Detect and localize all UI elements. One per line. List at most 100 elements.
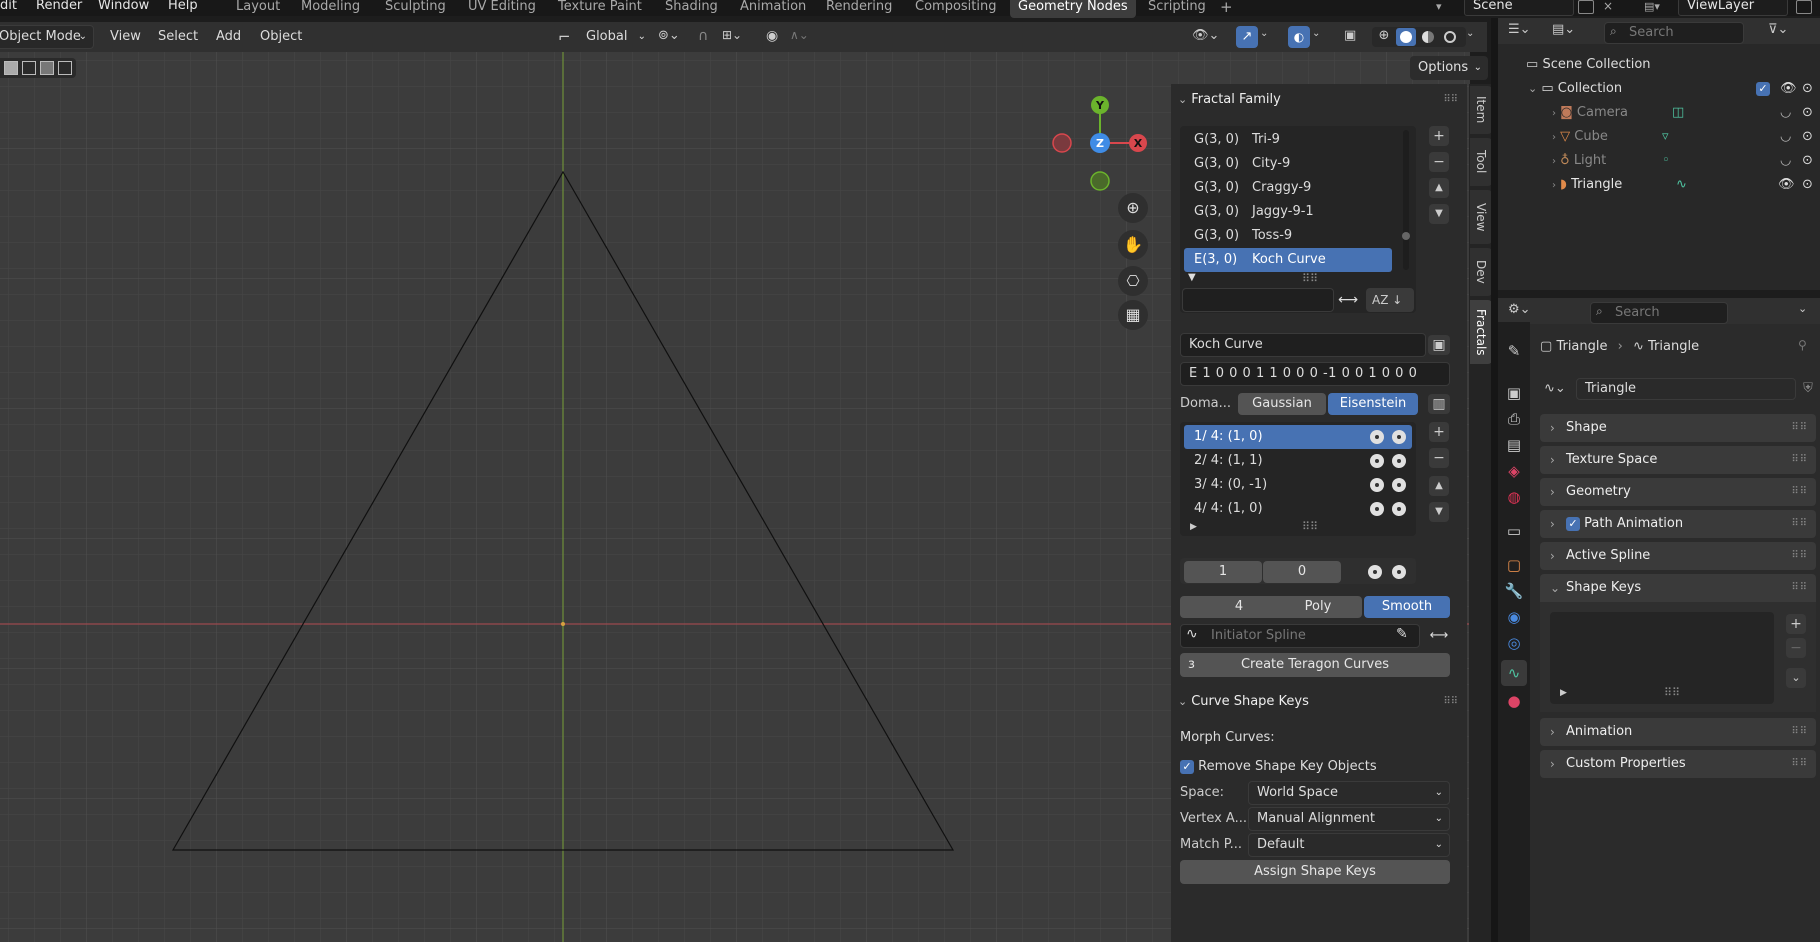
mesh-data-icon[interactable]: ▿ bbox=[1662, 125, 1669, 149]
generator-item[interactable]: 4/ 4: (1, 0) bbox=[1184, 497, 1412, 521]
filter-icon[interactable]: ⊽⌄ bbox=[1768, 22, 1804, 42]
select-box-icon[interactable] bbox=[4, 61, 18, 75]
fractal-list-item[interactable]: G(3, 0) City-9 bbox=[1184, 152, 1392, 176]
fractal-filter-input[interactable] bbox=[1182, 288, 1334, 312]
domain-gaussian-button[interactable]: Gaussian bbox=[1238, 393, 1326, 415]
render-tab-icon[interactable]: ▣ bbox=[1501, 380, 1527, 406]
scene-icon[interactable]: ▾ bbox=[1436, 0, 1456, 16]
tab-uv-editing[interactable]: UV Editing bbox=[460, 0, 544, 18]
tab-fractals[interactable]: Fractals bbox=[1470, 300, 1492, 364]
drag-handle-icon[interactable]: ⠿⠿ bbox=[1791, 478, 1808, 506]
scene-selector[interactable]: Scene bbox=[1464, 0, 1574, 16]
viewlayer-selector[interactable]: ViewLayer bbox=[1678, 0, 1788, 16]
tab-geometry-nodes[interactable]: Geometry Nodes bbox=[1010, 0, 1136, 18]
poly-button[interactable]: Poly bbox=[1274, 596, 1362, 618]
match-dropdown[interactable]: Default ⌄ bbox=[1248, 833, 1450, 857]
remove-icon[interactable]: − bbox=[1429, 152, 1449, 172]
pin-icon[interactable]: ⚲ bbox=[1798, 338, 1807, 352]
chart-icon[interactable]: ▥ bbox=[1428, 394, 1450, 414]
shape-keys-list[interactable] bbox=[1550, 612, 1774, 704]
drag-handle-icon[interactable]: ⠿⠿ bbox=[1791, 510, 1808, 538]
drag-handle-icon[interactable]: ⠿⠿ bbox=[1443, 88, 1458, 112]
outliner-search-input[interactable]: Search bbox=[1604, 22, 1744, 44]
tab-tool[interactable]: Tool bbox=[1470, 138, 1492, 186]
camera-render-icon[interactable]: ⊙ bbox=[1802, 125, 1813, 149]
tab-item[interactable]: Item bbox=[1470, 86, 1492, 134]
checkbox-checked-icon[interactable]: ✓ bbox=[1566, 516, 1580, 531]
outliner-item-camera[interactable]: › ◙ Camera ◫ ◡ ⊙ bbox=[1552, 101, 1820, 125]
xray-icon[interactable]: ▣ bbox=[1344, 28, 1362, 46]
generator-item[interactable]: 3/ 4: (0, -1) bbox=[1184, 473, 1412, 497]
material-tab-icon[interactable]: ● bbox=[1501, 688, 1527, 714]
menu-select[interactable]: Select bbox=[150, 25, 206, 49]
list-resize-grip[interactable]: ⠿⠿ bbox=[1302, 520, 1318, 533]
curve-data-selector-icon[interactable]: ∿⌄ bbox=[1544, 378, 1574, 400]
eye-closed-icon[interactable]: ◡ bbox=[1780, 101, 1791, 125]
tab-layout[interactable]: Layout bbox=[228, 0, 288, 18]
fractal-code-field[interactable]: E 1 0 0 0 1 1 0 0 0 -1 0 0 1 0 0 0 bbox=[1180, 362, 1450, 386]
wireframe-shading-icon[interactable]: ⊕ bbox=[1374, 28, 1394, 46]
gizmo-toggle-icon[interactable]: ↗ bbox=[1236, 26, 1258, 48]
section-path-animation[interactable]: › ✓ Path Animation ⠿⠿ bbox=[1540, 510, 1816, 538]
new-scene-icon[interactable] bbox=[1578, 0, 1594, 14]
eye-closed-icon[interactable]: ◡ bbox=[1780, 149, 1791, 173]
camera-render-icon[interactable]: ⊙ bbox=[1802, 149, 1813, 173]
light-data-icon[interactable]: ◦ bbox=[1662, 149, 1670, 173]
radio-icon[interactable] bbox=[1392, 564, 1406, 579]
space-dropdown[interactable]: World Space ⌄ bbox=[1248, 781, 1450, 805]
radio-icon[interactable] bbox=[1392, 429, 1406, 444]
outliner-item-light[interactable]: › ♁ Light ◦ ◡ ⊙ bbox=[1552, 149, 1820, 173]
falloff-icon[interactable]: ∧⌄ bbox=[790, 28, 826, 46]
transform-orientation[interactable]: Global ⌄ bbox=[578, 25, 650, 49]
radio-icon[interactable] bbox=[1368, 564, 1382, 579]
move-down-icon[interactable]: ▼ bbox=[1429, 502, 1449, 522]
list-scrollbar[interactable] bbox=[1403, 130, 1409, 270]
fractal-family-header[interactable]: ⌄ Fractal Family ⠿⠿ bbox=[1178, 88, 1464, 112]
menu-add[interactable]: Add bbox=[208, 25, 249, 49]
checkbox-checked-icon[interactable]: ✓ bbox=[1180, 759, 1194, 774]
menu-edit[interactable]: dit bbox=[0, 0, 17, 16]
generator-item-selected[interactable]: 1/ 4: (1, 0) bbox=[1184, 425, 1412, 449]
options-dropdown[interactable]: Options ⌄ bbox=[1410, 56, 1488, 80]
chevron-down-icon[interactable]: ⌄ bbox=[1260, 28, 1274, 46]
camera-render-icon[interactable]: ⊙ bbox=[1802, 101, 1813, 125]
fractal-list-item-selected[interactable]: E(3, 0) Koch Curve bbox=[1184, 248, 1392, 272]
list-resize-grip[interactable]: ⠿⠿ bbox=[1664, 686, 1680, 699]
new-viewlayer-icon[interactable] bbox=[1796, 0, 1812, 14]
zoom-icon[interactable]: ⊕ bbox=[1118, 193, 1148, 223]
ortho-grid-icon[interactable]: ▦ bbox=[1118, 300, 1148, 330]
select-intersect-icon[interactable] bbox=[58, 61, 72, 75]
radio-icon[interactable] bbox=[1370, 477, 1384, 492]
material-shading-icon[interactable] bbox=[1418, 28, 1438, 46]
output-tab-icon[interactable]: ⎙ bbox=[1501, 406, 1527, 432]
orientation-icon[interactable]: ⌐ bbox=[558, 28, 576, 46]
radio-icon[interactable] bbox=[1392, 453, 1406, 468]
section-animation[interactable]: › Animation ⠿⠿ bbox=[1540, 718, 1816, 746]
list-scrollbar-thumb[interactable] bbox=[1402, 232, 1410, 240]
tab-dev[interactable]: Dev bbox=[1470, 248, 1492, 296]
tab-animation[interactable]: Animation bbox=[732, 0, 814, 18]
menu-window[interactable]: Window bbox=[98, 0, 149, 16]
camera-render-icon[interactable]: ⊙ bbox=[1802, 173, 1813, 197]
tool-tab-icon[interactable]: ✎ bbox=[1501, 338, 1527, 364]
tab-view[interactable]: View bbox=[1470, 190, 1492, 244]
visibility-icon[interactable]: 👁⌄ bbox=[1192, 28, 1226, 46]
initiator-spline-field[interactable]: Initiator Spline bbox=[1180, 624, 1420, 648]
tab-texture-paint[interactable]: Texture Paint bbox=[550, 0, 650, 18]
tab-sculpting[interactable]: Sculpting bbox=[377, 0, 454, 18]
drag-handle-icon[interactable]: ⠿⠿ bbox=[1443, 690, 1458, 714]
select-subtract-icon[interactable] bbox=[40, 61, 54, 75]
add-icon[interactable]: + bbox=[1786, 614, 1806, 634]
overlay-toggle-icon[interactable]: ◐ bbox=[1288, 26, 1310, 48]
vertex-alignment-dropdown[interactable]: Manual Alignment ⌄ bbox=[1248, 807, 1450, 831]
select-extend-icon[interactable] bbox=[22, 61, 36, 75]
section-shape[interactable]: › Shape ⠿⠿ bbox=[1540, 414, 1816, 442]
list-resize-grip[interactable]: ⠿⠿ bbox=[1302, 272, 1318, 285]
section-active-spline[interactable]: › Active Spline ⠿⠿ bbox=[1540, 542, 1816, 570]
tab-modeling[interactable]: Modeling bbox=[293, 0, 368, 18]
drag-handle-icon[interactable]: ⠿⠿ bbox=[1791, 414, 1808, 442]
move-up-icon[interactable]: ▲ bbox=[1429, 476, 1449, 496]
save-icon[interactable]: ▣ bbox=[1428, 335, 1450, 355]
menu-view[interactable]: View bbox=[102, 25, 149, 49]
list-expand-icon[interactable]: ▶ bbox=[1190, 522, 1197, 532]
